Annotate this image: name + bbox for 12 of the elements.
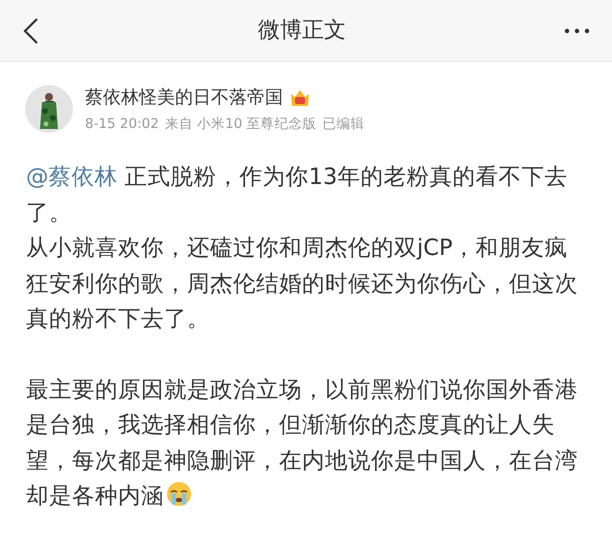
page-title: 微博正文 (258, 17, 346, 45)
crown-icon (289, 88, 311, 108)
mention-link[interactable]: @蔡依林 (26, 164, 118, 190)
post-text: @蔡依林 正式脱粉，作为你13年的老粉真的看不下去了。 (26, 163, 568, 228)
more-icon[interactable] (564, 28, 590, 34)
post-text: 从小就喜欢你，还磕过你和周杰伦的双jCP，和朋友疯狂安利你的歌，周杰伦结婚的时候还为你伤心，但这次真的粉不下去了。 (26, 234, 579, 334)
post-source: 来自 小米10 至尊纪念版 (164, 115, 317, 134)
post-time: 8-15 20:02 (85, 115, 159, 134)
author-name[interactable]: 蔡依林怪美的日不落帝国 (85, 84, 283, 111)
back-icon[interactable] (22, 16, 40, 44)
edited-label: 已编辑 (322, 115, 365, 134)
post-text: 最主要的原因就是政治立场，以前黑粉们说你国外香港是台独，我选择相信你，但渐渐你的态度真的让人失望，每次都是神隐删评，在内地说你是中国人，在台湾却是各种内涵 (26, 376, 579, 512)
